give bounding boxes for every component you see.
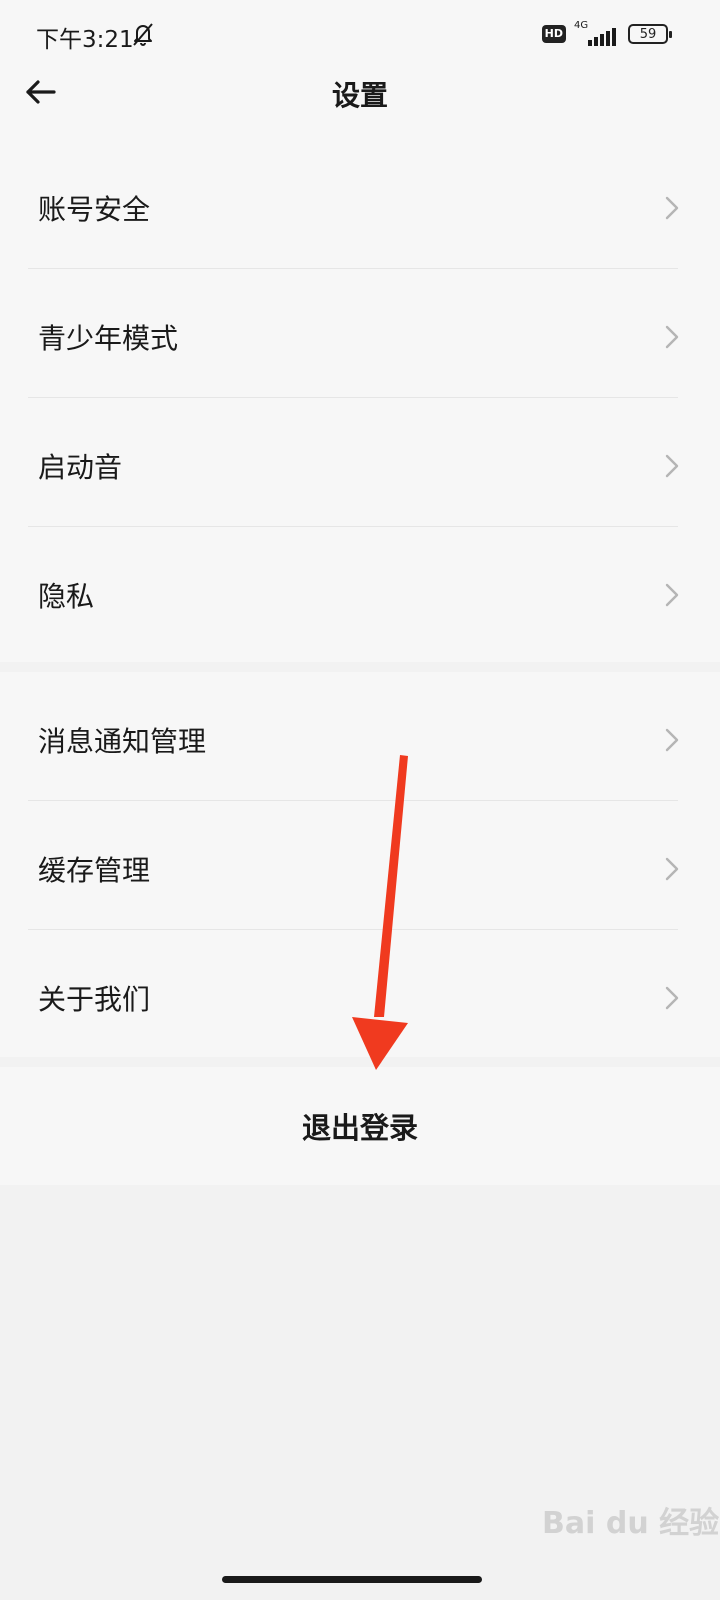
status-indicators: HD 4G 59 bbox=[541, 20, 672, 48]
chevron-right-icon bbox=[665, 196, 679, 220]
settings-group-app: 消息通知管理 缓存管理 关于我们 bbox=[0, 672, 720, 1057]
settings-item-label: 隐私 bbox=[38, 580, 95, 613]
settings-item-label: 启动音 bbox=[38, 451, 123, 484]
page-title: 设置 bbox=[331, 79, 388, 112]
logout-label: 退出登录 bbox=[301, 1111, 418, 1145]
settings-item-about-us[interactable]: 关于我们 bbox=[0, 930, 720, 1059]
battery-level: 59 bbox=[639, 26, 657, 42]
logout-button[interactable]: 退出登录 bbox=[0, 1067, 720, 1185]
settings-item-label: 缓存管理 bbox=[38, 854, 151, 887]
chevron-right-icon bbox=[665, 857, 679, 881]
settings-item-startup-sound[interactable]: 启动音 bbox=[0, 398, 720, 527]
baidu-watermark: Bai du 经验 bbox=[542, 1506, 720, 1541]
battery-icon: 59 bbox=[628, 24, 672, 44]
hd-badge: HD bbox=[541, 25, 566, 43]
settings-item-account-security[interactable]: 账号安全 bbox=[0, 140, 720, 269]
chevron-right-icon bbox=[665, 583, 679, 607]
settings-item-privacy[interactable]: 隐私 bbox=[0, 527, 720, 656]
chevron-right-icon bbox=[665, 728, 679, 752]
chevron-right-icon bbox=[665, 325, 679, 349]
settings-group-general: 账号安全 青少年模式 启动音 隐私 bbox=[0, 140, 720, 662]
settings-item-cache-management[interactable]: 缓存管理 bbox=[0, 801, 720, 930]
chevron-right-icon bbox=[665, 986, 679, 1010]
signal-icon bbox=[588, 28, 616, 46]
status-bar: 下午3:21 HD 4G 59 bbox=[0, 0, 720, 70]
bell-off-icon bbox=[133, 23, 153, 46]
network-indicator: 4G bbox=[574, 20, 620, 48]
header: 设置 bbox=[0, 70, 720, 140]
settings-item-teen-mode[interactable]: 青少年模式 bbox=[0, 269, 720, 398]
settings-item-label: 青少年模式 bbox=[38, 322, 179, 355]
home-indicator[interactable] bbox=[222, 1576, 482, 1583]
settings-item-label: 账号安全 bbox=[38, 193, 151, 226]
settings-item-notification-management[interactable]: 消息通知管理 bbox=[0, 672, 720, 801]
settings-item-label: 关于我们 bbox=[38, 983, 151, 1016]
settings-item-label: 消息通知管理 bbox=[38, 725, 207, 758]
chevron-right-icon bbox=[665, 454, 679, 478]
status-time: 下午3:21 bbox=[36, 27, 134, 53]
